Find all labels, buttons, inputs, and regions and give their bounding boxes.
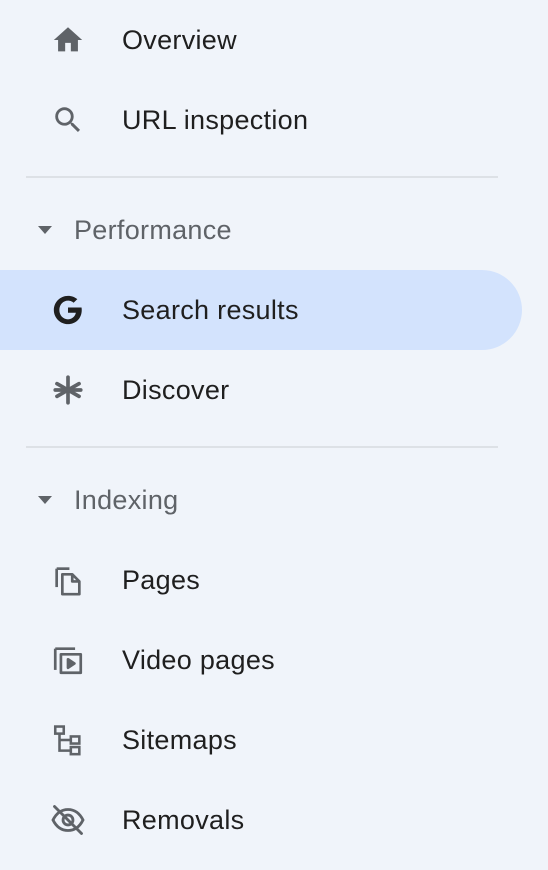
caret-down-icon [36, 494, 54, 506]
search-icon [50, 102, 86, 138]
nav-item-label: Removals [122, 804, 245, 835]
nav-item-overview[interactable]: Overview [0, 0, 522, 80]
nav-item-pages[interactable]: Pages [0, 540, 522, 620]
divider [26, 446, 498, 448]
nav-item-label: Video pages [122, 644, 275, 675]
video-pages-icon [50, 642, 86, 678]
section-header-indexing[interactable]: Indexing [0, 460, 522, 540]
nav-item-url-inspection[interactable]: URL inspection [0, 80, 522, 160]
nav-item-search-results[interactable]: Search results [0, 270, 522, 350]
section-label: Indexing [74, 484, 179, 515]
asterisk-icon [50, 372, 86, 408]
nav-item-label: Discover [122, 374, 230, 405]
section-header-performance[interactable]: Performance [0, 190, 522, 270]
nav-item-label: URL inspection [122, 104, 309, 135]
section-label: Performance [74, 214, 232, 245]
sitemap-icon [50, 722, 86, 758]
sidebar-nav: Overview URL inspection Performance Sear… [0, 0, 548, 870]
nav-item-removals[interactable]: Removals [0, 780, 522, 860]
eye-off-icon [50, 802, 86, 838]
google-g-icon [50, 292, 86, 328]
nav-item-sitemaps[interactable]: Sitemaps [0, 700, 522, 780]
nav-item-label: Pages [122, 564, 201, 595]
caret-down-icon [36, 224, 54, 236]
nav-item-label: Sitemaps [122, 724, 237, 755]
pages-icon [50, 562, 86, 598]
home-icon [50, 22, 86, 58]
nav-item-video-pages[interactable]: Video pages [0, 620, 522, 700]
nav-item-discover[interactable]: Discover [0, 350, 522, 430]
nav-item-label: Search results [122, 294, 299, 325]
divider [26, 176, 498, 178]
nav-item-label: Overview [122, 24, 237, 55]
